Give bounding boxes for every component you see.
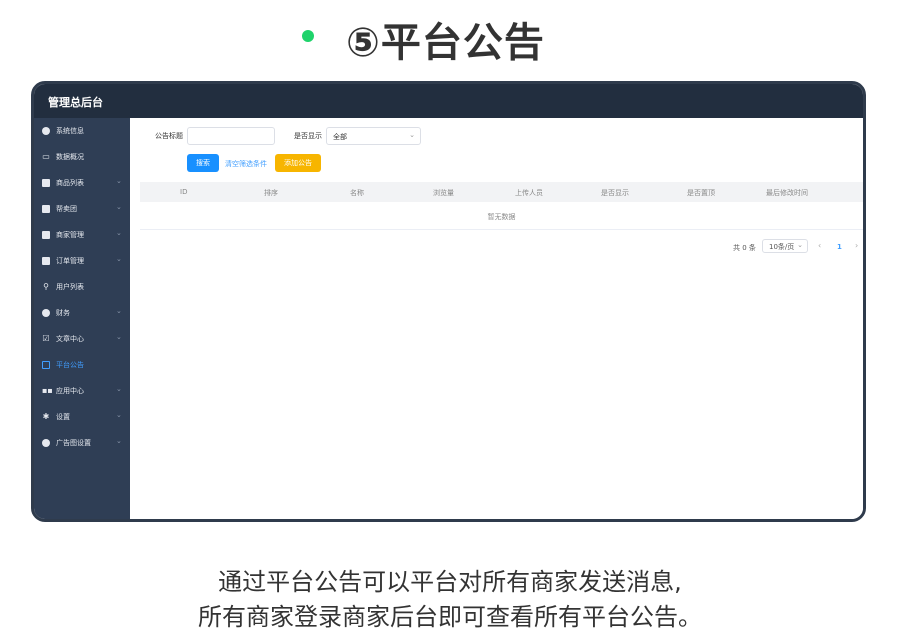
page-size-select[interactable]: 10条/页 ⌄ (762, 239, 808, 253)
section-title: ⑤平台公告 (346, 20, 545, 66)
chevron-down-icon: ⌄ (409, 131, 415, 139)
sidebar-item-label: 设置 (56, 413, 70, 421)
sidebar-item-announcements[interactable]: 平台公告 (34, 352, 130, 378)
sidebar-item-group-sale[interactable]: 帮卖团 ⌄ (34, 196, 130, 222)
chevron-down-icon: ⌄ (116, 411, 122, 419)
sidebar-item-label: 帮卖团 (56, 205, 77, 213)
box-icon (42, 179, 50, 187)
user-icon: ⚲ (43, 282, 49, 291)
chevron-down-icon: ⌄ (116, 203, 122, 211)
sidebar-item-merchants[interactable]: 商家管理 ⌄ (34, 222, 130, 248)
chevron-down-icon: ⌄ (116, 255, 122, 263)
clear-filters-link[interactable]: 清空筛选条件 (225, 159, 267, 169)
page-size-value: 10条/页 (769, 243, 795, 251)
circle-icon (42, 127, 50, 135)
chevron-down-icon: ⌄ (116, 437, 122, 445)
sidebar-item-label: 商家管理 (56, 231, 84, 239)
doc-icon (42, 257, 50, 265)
store-icon (42, 231, 50, 239)
sidebar-item-system-info[interactable]: 系统信息 (34, 118, 130, 144)
current-page-number[interactable]: 1 (837, 243, 842, 251)
sidebar-item-label: 应用中心 (56, 387, 84, 395)
column-header-views: 浏览量 (433, 189, 454, 197)
gear-icon: ✱ (42, 412, 50, 421)
sidebar-item-label: 广告图设置 (56, 439, 91, 447)
sidebar-item-label: 文章中心 (56, 335, 84, 343)
table-body: 暂无数据 (140, 202, 863, 230)
search-button[interactable]: 搜索 (187, 154, 219, 172)
column-header-sort: 排序 (264, 189, 278, 197)
chevron-down-icon: ⌄ (116, 177, 122, 185)
caption-line-2: 所有商家登录商家后台即可查看所有平台公告。 (198, 603, 702, 631)
show-filter-select[interactable]: 全部 ⌄ (326, 127, 421, 145)
sidebar-item-settings[interactable]: ✱ 设置 ⌄ (34, 404, 130, 430)
edit-icon: ☑ (42, 334, 50, 343)
sidebar-item-data-overview[interactable]: ▭ 数据概况 (34, 144, 130, 170)
column-header-pinned: 是否置顶 (687, 189, 715, 197)
box-icon (42, 205, 50, 213)
sidebar-item-label: 订单管理 (56, 257, 84, 265)
column-header-id: ID (180, 188, 188, 196)
sidebar-item-label: 商品列表 (56, 179, 84, 187)
pagination-total: 共 0 条 (733, 244, 756, 252)
sidebar-item-label: 平台公告 (56, 361, 84, 369)
sidebar-item-users[interactable]: ⚲ 用户列表 (34, 274, 130, 300)
chevron-down-icon: ⌄ (116, 385, 122, 393)
circle-icon (42, 439, 50, 447)
title-filter-input[interactable] (187, 127, 275, 145)
column-header-uploader: 上传人员 (515, 189, 543, 197)
sidebar-item-label: 财务 (56, 309, 70, 317)
chevron-down-icon: ⌄ (797, 241, 803, 249)
chevron-down-icon: ⌄ (116, 307, 122, 315)
empty-state-text: 暂无数据 (487, 213, 516, 221)
caption-line-1: 通过平台公告可以平台对所有商家发送消息, (218, 568, 682, 596)
prev-page-icon[interactable]: ‹ (818, 241, 821, 250)
circle-icon (42, 309, 50, 317)
sidebar-item-apps[interactable]: ▪▪ 应用中心 ⌄ (34, 378, 130, 404)
bullet-dot-icon (302, 30, 314, 42)
grid-icon: ▪▪ (42, 386, 53, 395)
table-header: ID 排序 名称 浏览量 上传人员 是否显示 是否置顶 最后修改时间 (140, 182, 863, 202)
chevron-down-icon: ⌄ (116, 333, 122, 341)
section-heading: ⑤平台公告 (0, 8, 900, 68)
sidebar-item-orders[interactable]: 订单管理 ⌄ (34, 248, 130, 274)
sidebar-item-finance[interactable]: 财务 ⌄ (34, 300, 130, 326)
show-filter-label: 是否显示 (294, 132, 322, 140)
next-page-icon[interactable]: › (855, 241, 858, 250)
main-content: 公告标题 是否显示 全部 ⌄ 搜索 清空筛选条件 添加公告 ID 排序 名称 浏… (130, 118, 863, 519)
column-header-modified: 最后修改时间 (766, 189, 808, 197)
sidebar-item-label: 系统信息 (56, 127, 84, 135)
show-filter-value: 全部 (333, 133, 347, 141)
clipboard-icon (42, 361, 50, 369)
admin-window: 管理总后台 系统信息 ▭ 数据概况 商品列表 ⌄ 帮卖团 ⌄ 商家管理 ⌄ 订单… (31, 81, 866, 522)
sidebar-item-label: 用户列表 (56, 283, 84, 291)
sidebar-item-products[interactable]: 商品列表 ⌄ (34, 170, 130, 196)
top-bar: 管理总后台 (34, 84, 863, 118)
sidebar-item-articles[interactable]: ☑ 文章中心 ⌄ (34, 326, 130, 352)
sidebar-item-label: 数据概况 (56, 153, 84, 161)
title-filter-label: 公告标题 (155, 132, 183, 140)
sidebar: 系统信息 ▭ 数据概况 商品列表 ⌄ 帮卖团 ⌄ 商家管理 ⌄ 订单管理 ⌄ ⚲ (34, 118, 130, 519)
sidebar-item-ad-settings[interactable]: 广告图设置 ⌄ (34, 430, 130, 456)
column-header-name: 名称 (350, 189, 364, 197)
monitor-icon: ▭ (42, 152, 50, 161)
app-brand: 管理总后台 (48, 96, 103, 109)
add-announcement-button[interactable]: 添加公告 (275, 154, 321, 172)
chevron-down-icon: ⌄ (116, 229, 122, 237)
column-header-visible: 是否显示 (601, 189, 629, 197)
